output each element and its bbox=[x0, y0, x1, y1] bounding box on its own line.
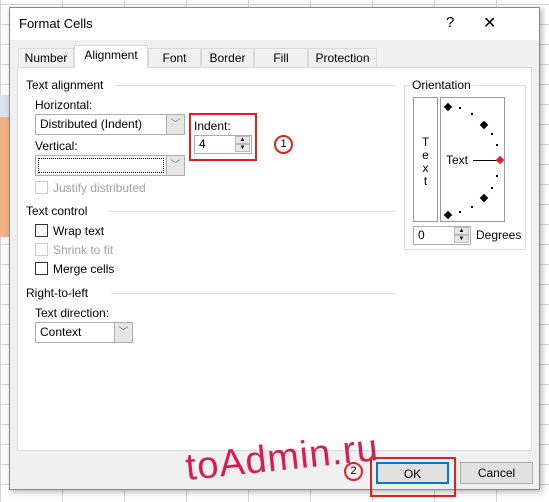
vertical-select[interactable]: ﹀ bbox=[35, 155, 185, 176]
indent-label: Indent: bbox=[194, 119, 231, 133]
tab-border[interactable]: Border bbox=[201, 48, 254, 68]
justify-distributed-label: Justify distributed bbox=[53, 181, 146, 195]
cancel-button[interactable]: Cancel bbox=[460, 462, 533, 484]
chevron-down-icon: ﹀ bbox=[166, 156, 184, 175]
divider bbox=[111, 293, 396, 294]
dial-marker bbox=[443, 210, 453, 220]
dial-dot bbox=[496, 175, 498, 177]
tab-font[interactable]: Font bbox=[148, 48, 201, 68]
spin-down-icon[interactable]: ▼ bbox=[454, 235, 469, 243]
tab-protection[interactable]: Protection bbox=[308, 48, 377, 68]
chevron-down-icon: ﹀ bbox=[114, 323, 132, 342]
dial-dot bbox=[471, 206, 473, 208]
merge-cells-label: Merge cells bbox=[53, 262, 115, 276]
shrink-to-fit-checkbox[interactable] bbox=[35, 243, 48, 256]
indent-spinner[interactable]: 4 ▲ ▼ bbox=[194, 135, 252, 154]
sheet-row-header bbox=[0, 95, 9, 117]
spin-up-icon[interactable]: ▲ bbox=[454, 227, 469, 235]
orientation-group-label: Orientation bbox=[410, 78, 473, 92]
focus-rect bbox=[38, 158, 164, 173]
title-bar: Format Cells ? ✕ bbox=[10, 8, 539, 40]
alignment-panel: Text alignment Horizontal: Distributed (… bbox=[17, 67, 532, 451]
merge-cells-checkbox[interactable] bbox=[35, 262, 48, 275]
horizontal-label: Horizontal: bbox=[35, 98, 93, 112]
dial-dot bbox=[459, 211, 461, 213]
dial-marker bbox=[443, 102, 453, 112]
text-direction-value: Context bbox=[40, 325, 82, 339]
dial-dot bbox=[491, 187, 493, 189]
divider bbox=[115, 85, 396, 86]
degrees-value: 0 bbox=[418, 228, 425, 242]
wrap-text-checkbox[interactable] bbox=[35, 224, 48, 237]
degrees-label: Degrees bbox=[476, 228, 522, 242]
vertical-text-char: t bbox=[423, 174, 428, 188]
degrees-spinner[interactable]: 0 ▲ ▼ bbox=[413, 226, 471, 245]
dial-text: Text bbox=[446, 153, 469, 167]
spin-down-icon[interactable]: ▼ bbox=[235, 144, 250, 152]
text-control-group-label: Text control bbox=[26, 204, 88, 218]
dial-handle[interactable] bbox=[495, 155, 505, 165]
wrap-text-label: Wrap text bbox=[53, 224, 105, 238]
dial-dot bbox=[459, 107, 461, 109]
dial-needle bbox=[473, 160, 497, 161]
justify-distributed-checkbox[interactable] bbox=[35, 181, 48, 194]
vertical-text-button[interactable]: T e x t bbox=[413, 97, 438, 222]
divider bbox=[108, 211, 396, 212]
orientation-dial[interactable]: Text bbox=[440, 97, 505, 222]
close-icon[interactable]: ✕ bbox=[483, 13, 496, 33]
text-direction-label: Text direction: bbox=[35, 306, 110, 320]
indent-value: 4 bbox=[199, 137, 206, 151]
vertical-label: Vertical: bbox=[35, 139, 78, 153]
dial-dot bbox=[471, 113, 473, 115]
shrink-to-fit-label: Shrink to fit bbox=[53, 243, 114, 257]
tab-fill[interactable]: Fill bbox=[254, 48, 308, 68]
tab-alignment[interactable]: Alignment bbox=[74, 45, 148, 68]
chevron-down-icon: ﹀ bbox=[166, 115, 184, 134]
spin-up-icon[interactable]: ▲ bbox=[235, 136, 250, 144]
format-cells-dialog: Format Cells ? ✕ Number Alignment Font B… bbox=[9, 7, 540, 497]
dial-dot bbox=[496, 144, 498, 146]
text-alignment-group-label: Text alignment bbox=[26, 78, 104, 92]
rtl-group-label: Right-to-left bbox=[26, 286, 89, 300]
tab-number[interactable]: Number bbox=[18, 48, 74, 68]
text-direction-select[interactable]: Context ﹀ bbox=[35, 322, 133, 343]
dial-dot bbox=[491, 133, 493, 135]
horizontal-value: Distributed (Indent) bbox=[40, 117, 143, 131]
dialog-title: Format Cells bbox=[19, 16, 93, 31]
callout-1: 1 bbox=[274, 135, 293, 154]
sheet-cells bbox=[0, 117, 9, 237]
dial-marker bbox=[479, 120, 489, 130]
dial-marker bbox=[479, 193, 489, 203]
help-button[interactable]: ? bbox=[446, 14, 454, 31]
ok-button[interactable]: OK bbox=[376, 462, 449, 484]
horizontal-select[interactable]: Distributed (Indent) ﹀ bbox=[35, 114, 185, 135]
